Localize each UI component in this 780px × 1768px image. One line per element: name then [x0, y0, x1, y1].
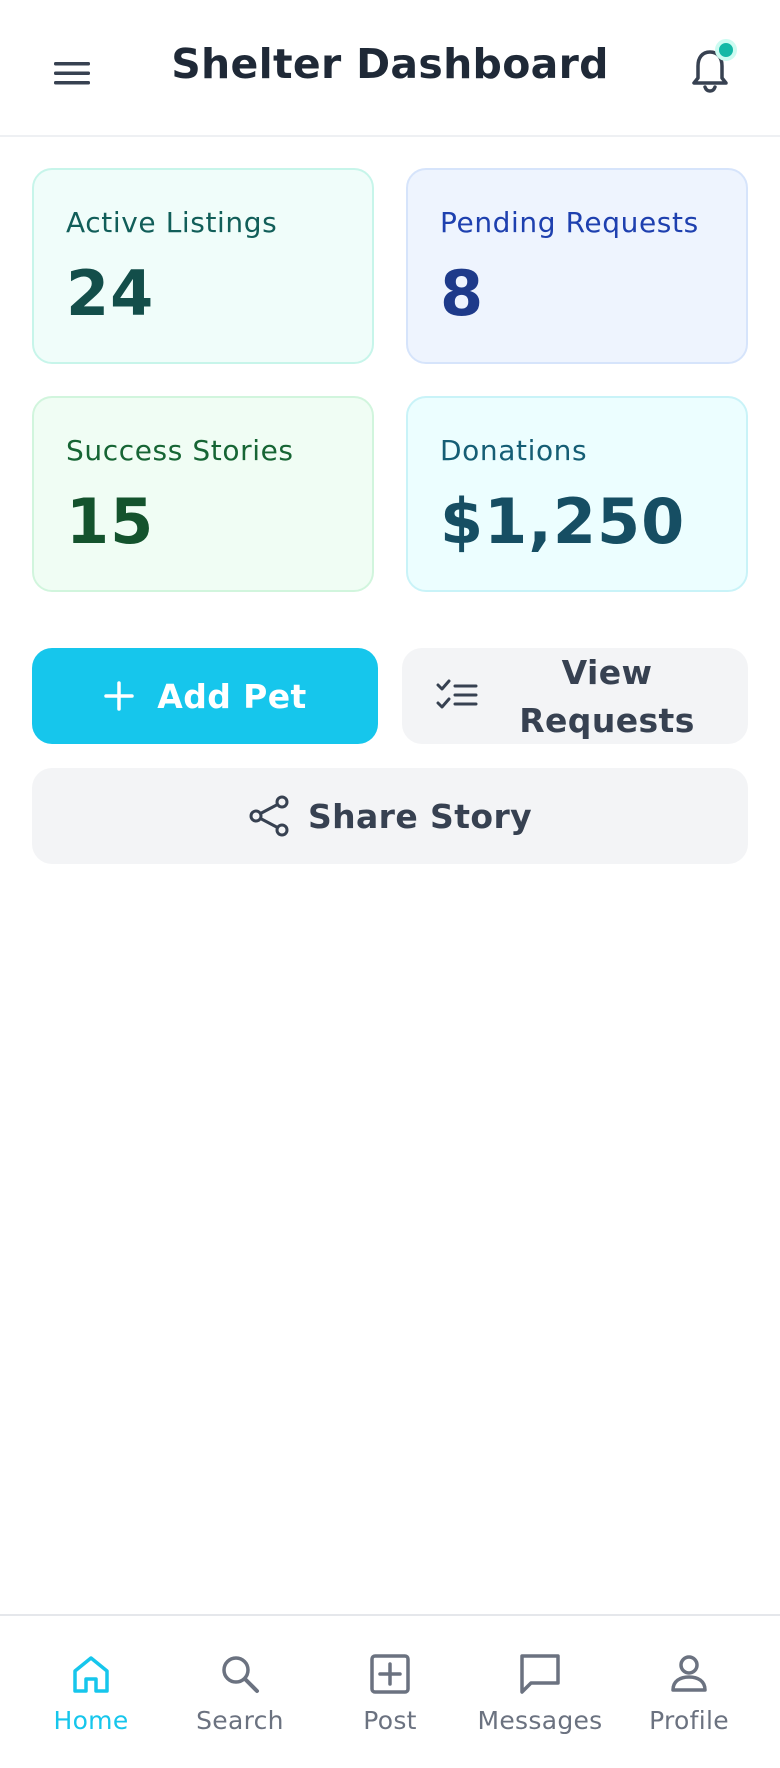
stat-card-donations[interactable]: Donations $1,250	[406, 396, 748, 592]
app-screen: Shelter Dashboard Active Listings 24 Pen…	[0, 0, 780, 1768]
plus-square-icon	[369, 1650, 411, 1698]
bottom-navigation: Home Search Post Messages Profile	[0, 1614, 780, 1768]
home-icon	[71, 1650, 111, 1698]
message-icon	[518, 1650, 562, 1698]
nav-label: Messages	[477, 1706, 603, 1735]
page-title: Shelter Dashboard	[171, 40, 609, 88]
nav-label: Home	[53, 1706, 129, 1735]
nav-item-messages[interactable]: Messages	[465, 1650, 615, 1750]
add-pet-button[interactable]: Add Pet	[32, 648, 378, 744]
stat-value: $1,250	[440, 485, 686, 558]
view-requests-label: View Requests	[519, 653, 695, 740]
stat-label: Pending Requests	[440, 206, 699, 239]
checklist-icon	[436, 678, 478, 712]
stat-label: Donations	[440, 434, 588, 467]
nav-label: Search	[196, 1706, 284, 1735]
notification-badge	[715, 39, 737, 61]
user-icon	[669, 1650, 709, 1698]
share-story-label: Share Story	[307, 796, 533, 836]
nav-item-home[interactable]: Home	[16, 1650, 166, 1750]
nav-label: Profile	[649, 1706, 729, 1735]
stat-card-active-listings[interactable]: Active Listings 24	[32, 168, 374, 364]
nav-item-profile[interactable]: Profile	[614, 1650, 764, 1750]
nav-label: Post	[363, 1706, 417, 1735]
stat-label: Success Stories	[66, 434, 294, 467]
add-pet-label: Add Pet	[157, 676, 307, 716]
stat-card-success-stories[interactable]: Success Stories 15	[32, 396, 374, 592]
nav-item-search[interactable]: Search	[165, 1650, 315, 1750]
stat-label: Active Listings	[66, 206, 278, 239]
top-app-bar: Shelter Dashboard	[0, 0, 780, 137]
stat-card-pending-requests[interactable]: Pending Requests 8	[406, 168, 748, 364]
stat-value: 15	[66, 485, 155, 558]
search-icon	[219, 1650, 261, 1698]
view-requests-button[interactable]: View Requests	[402, 648, 748, 744]
stat-value: 24	[66, 257, 155, 330]
share-icon	[248, 794, 290, 838]
stat-value: 8	[440, 257, 485, 330]
nav-item-post[interactable]: Post	[315, 1650, 465, 1750]
share-story-button[interactable]: Share Story	[32, 768, 748, 864]
plus-icon	[103, 680, 135, 712]
